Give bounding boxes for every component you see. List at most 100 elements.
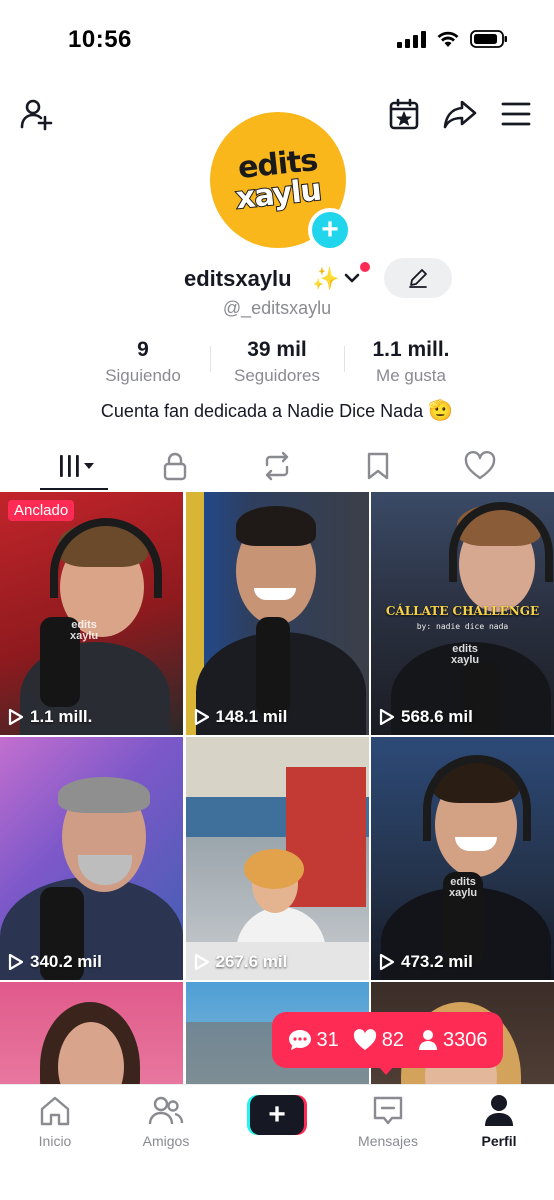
grid-bars-icon (60, 455, 94, 477)
add-story-plus-icon[interactable]: + (308, 208, 352, 252)
view-count-text: 568.6 mil (401, 707, 473, 726)
salute-emoji: 🫡 (428, 400, 454, 422)
video-thumbnail[interactable]: 267.6 mil (185, 737, 369, 980)
video-watermark: edits xaylu (70, 619, 99, 642)
tab-favorites[interactable] (348, 446, 408, 486)
video-grid: edits xaylu Anclado 1.1 mill. 148.1 mil e… (0, 492, 554, 1092)
video-watermark: edits xaylu (451, 643, 480, 666)
lock-icon (163, 452, 187, 481)
view-count-text: 1.1 mill. (30, 707, 93, 726)
tab-videos[interactable] (44, 446, 104, 486)
profile-stats: 9 Siguiendo 39 mil Seguidores 1.1 mill. … (76, 338, 478, 388)
profile-bio: Cuenta fan dedicada a Nadie Dice Nada 🫡 (0, 398, 554, 423)
nav-profile[interactable]: Perfil (454, 1093, 544, 1149)
heart-icon (464, 451, 496, 480)
cellular-signal-icon (397, 30, 426, 48)
stat-value: 9 (137, 338, 149, 361)
nav-label: Amigos (142, 1133, 190, 1149)
display-name: editsxaylu (184, 266, 292, 291)
bio-text: Cuenta fan dedicada a Nadie Dice Nada (100, 401, 424, 421)
tab-liked[interactable] (450, 446, 510, 486)
stat-following[interactable]: 9 Siguiendo (76, 338, 210, 388)
stat-label: Me gusta (376, 366, 446, 385)
status-icons (397, 30, 508, 48)
status-bar: 10:56 (0, 0, 554, 80)
video-caption: CÁLLATE CHALLENGE (385, 604, 540, 618)
stat-followers[interactable]: 39 mil Seguidores (210, 338, 344, 388)
nav-label: Inicio (38, 1133, 72, 1149)
view-count-text: 148.1 mil (215, 707, 288, 726)
username-handle: @_editsxaylu (222, 298, 332, 318)
play-icon (379, 708, 395, 726)
stat-value: 39 mil (247, 338, 307, 361)
follower-count-text: 3306 (443, 1028, 488, 1051)
inbox-icon (343, 1093, 433, 1129)
stat-likes[interactable]: 1.1 mill. Me gusta (344, 338, 478, 388)
comment-count-text: 31 (316, 1028, 339, 1051)
nav-label: Perfil (481, 1133, 517, 1149)
like-count: 82 (353, 1029, 404, 1052)
play-icon (8, 953, 24, 971)
video-thumbnail[interactable]: edits xaylu Anclado 1.1 mill. (0, 492, 183, 735)
video-thumbnail[interactable]: 148.1 mil (185, 492, 369, 735)
tab-reposts[interactable] (247, 446, 307, 486)
view-count-text: 340.2 mil (30, 952, 102, 971)
profile-avatar[interactable]: edits xaylu + (210, 112, 352, 252)
repost-icon (265, 451, 289, 481)
play-icon (379, 953, 395, 971)
nav-home[interactable]: Inicio (10, 1093, 100, 1149)
stat-value: 1.1 mill. (372, 338, 450, 361)
content-tabs (0, 440, 554, 492)
comment-icon (288, 1030, 311, 1050)
stat-label: Seguidores (233, 366, 320, 385)
view-count-text: 473.2 mil (401, 952, 473, 971)
like-count-text: 82 (381, 1028, 404, 1051)
share-arrow-icon[interactable] (440, 94, 480, 134)
view-count: 267.6 mil (194, 952, 288, 972)
create-plus-icon: + (250, 1095, 304, 1135)
notification-dot (360, 262, 370, 272)
view-count: 148.1 mil (194, 707, 288, 727)
chevron-down-icon[interactable] (342, 268, 362, 293)
calendar-star-icon[interactable] (384, 94, 424, 134)
pinned-badge: Anclado (8, 500, 75, 521)
nav-inbox[interactable]: Mensajes (343, 1093, 433, 1149)
comment-count: 31 (288, 1029, 339, 1052)
tab-private[interactable] (145, 446, 205, 486)
edit-profile-button[interactable] (384, 258, 452, 298)
bottom-navigation: Inicio Amigos + Mensajes Perfil (0, 1084, 554, 1200)
nav-label: Mensajes (358, 1133, 418, 1149)
sparkle-emoji: ✨ (312, 266, 340, 291)
nav-friends[interactable]: Amigos (121, 1093, 211, 1149)
video-watermark: edits xaylu (449, 876, 478, 899)
video-thumbnail[interactable]: 340.2 mil (0, 737, 183, 980)
view-count: 473.2 mil (379, 952, 473, 972)
video-thumbnail[interactable]: edits xaylu CÁLLATE CHALLENGE by: nadie d… (371, 492, 554, 735)
create-button[interactable]: + (247, 1095, 307, 1135)
hamburger-menu-icon[interactable] (496, 94, 536, 134)
heart-filled-icon (353, 1029, 376, 1050)
video-thumbnail[interactable] (0, 982, 183, 1092)
video-thumbnail[interactable]: edits xaylu 473.2 mil (371, 737, 554, 980)
view-count-text: 267.6 mil (215, 952, 288, 971)
play-icon (8, 708, 24, 726)
friends-icon (121, 1093, 211, 1129)
status-time: 10:56 (68, 26, 132, 53)
avatar-logo-line2: xaylu (233, 172, 323, 218)
profile-icon (454, 1093, 544, 1129)
live-activity-bubble[interactable]: 31 82 3306 (272, 1012, 503, 1068)
name-row: editsxaylu ✨ (0, 258, 554, 298)
play-icon (194, 708, 209, 726)
bookmark-icon (367, 452, 389, 480)
stat-label: Siguiendo (105, 366, 181, 385)
battery-icon (470, 30, 508, 48)
person-plus-icon[interactable] (16, 94, 56, 134)
view-count: 1.1 mill. (8, 707, 92, 727)
follower-count: 3306 (418, 1029, 488, 1052)
home-icon (10, 1093, 100, 1129)
view-count: 568.6 mil (379, 707, 473, 727)
active-tab-indicator (40, 488, 108, 490)
bubble-tail (378, 1066, 394, 1075)
microphone (255, 617, 290, 717)
view-count: 340.2 mil (8, 952, 102, 972)
